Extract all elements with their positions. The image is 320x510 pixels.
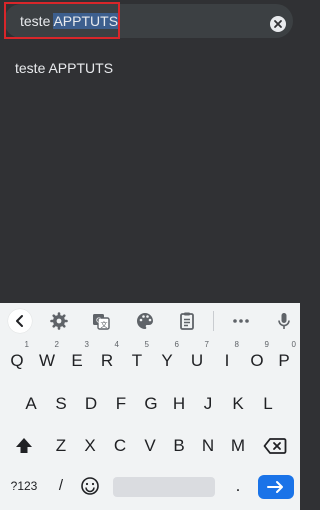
key-hint: 4 [114,340,119,349]
key-h[interactable]: H [165,389,193,419]
key-y[interactable]: Y6 [153,340,181,376]
key-hint: 6 [174,340,179,349]
key-p[interactable]: P0 [270,340,298,376]
gear-icon[interactable] [49,311,69,331]
key-g[interactable]: G [137,389,165,419]
key-u[interactable]: U7 [183,340,211,376]
key-t[interactable]: T5 [123,340,151,376]
key-r[interactable]: R4 [93,340,121,376]
key-x[interactable]: X [76,431,104,461]
key-l[interactable]: L [254,389,282,419]
key-v[interactable]: V [136,431,164,461]
keyboard-toolbar: G文 [0,303,300,339]
toolbar-divider [213,311,214,331]
key-hint: 1 [24,340,29,349]
enter-key[interactable] [258,475,294,499]
key-hint: 3 [84,340,89,349]
key-hint: 2 [54,340,59,349]
highlight-annotation [4,2,120,39]
key-hint: 8 [234,340,239,349]
shift-icon[interactable] [10,431,38,461]
key-hint: 5 [144,340,149,349]
keyboard: G文 Q1 W2 E3 R4 T5 Y6 U7 I8 O9 P0 A S D F… [0,303,300,510]
spacebar[interactable] [113,477,215,497]
key-period[interactable]: . [224,471,252,501]
key-hint: 9 [264,340,269,349]
microphone-icon[interactable] [274,311,294,331]
key-m[interactable]: M [224,431,252,461]
close-icon[interactable] [270,16,286,32]
key-row-1: Q1 W2 E3 R4 T5 Y6 U7 I8 O9 P0 [0,340,300,376]
key-hint: 0 [291,340,296,349]
key-i[interactable]: I8 [213,340,241,376]
translate-icon[interactable]: G文 [91,311,111,331]
key-s[interactable]: S [47,389,75,419]
key-j[interactable]: J [194,389,222,419]
key-o[interactable]: O9 [243,340,271,376]
key-e[interactable]: E3 [63,340,91,376]
key-c[interactable]: C [106,431,134,461]
key-z[interactable]: Z [47,431,75,461]
palette-icon[interactable] [135,311,155,331]
more-horizontal-icon[interactable] [231,311,251,331]
key-q[interactable]: Q1 [3,340,31,376]
emoji-icon[interactable] [76,471,104,501]
chevron-left-icon[interactable] [8,309,32,333]
clipboard-icon[interactable] [177,311,197,331]
svg-text:文: 文 [101,320,108,329]
key-row-3: Z X C V B N M [0,431,300,461]
key-slash[interactable]: / [47,471,75,501]
key-b[interactable]: B [165,431,193,461]
key-row-2: A S D F G H J K L [0,389,300,419]
suggestion-item[interactable]: teste APPTUTS [0,50,300,86]
key-k[interactable]: K [224,389,252,419]
key-f[interactable]: F [107,389,135,419]
key-w[interactable]: W2 [33,340,61,376]
key-d[interactable]: D [77,389,105,419]
backspace-icon[interactable] [258,431,292,461]
key-a[interactable]: A [17,389,45,419]
suggestion-text: teste APPTUTS [15,60,114,76]
symbols-key[interactable]: ?123 [6,471,42,501]
key-hint: 7 [204,340,209,349]
key-n[interactable]: N [194,431,222,461]
